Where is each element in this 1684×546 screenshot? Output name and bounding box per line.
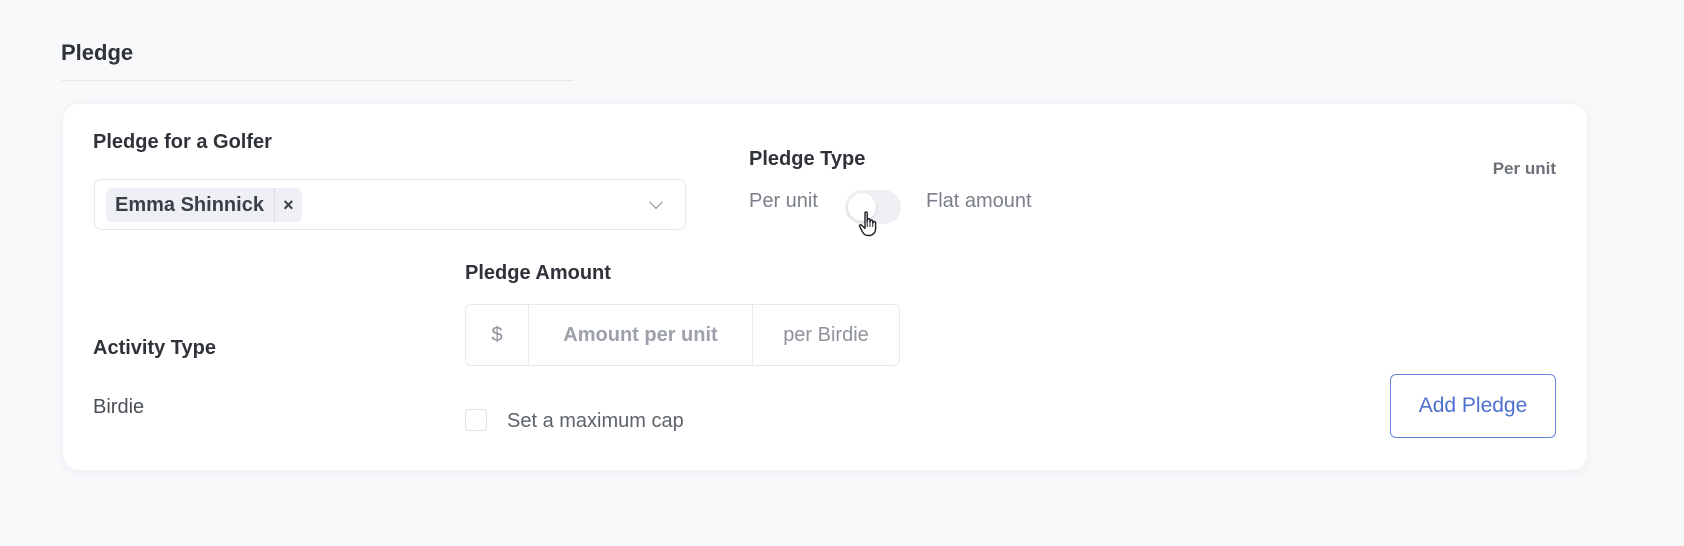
pledge-type-option-flat-amount[interactable]: Flat amount (926, 190, 1032, 213)
section-title: Pledge (61, 40, 134, 65)
golfer-chip-label: Emma Shinnick (115, 193, 264, 216)
pledge-type-label: Pledge Type (749, 148, 866, 170)
close-icon[interactable]: × (273, 188, 302, 222)
activity-type-label: Activity Type (93, 337, 216, 359)
add-pledge-button[interactable]: Add Pledge (1390, 374, 1556, 438)
pledge-amount-group: $ per Birdie (465, 304, 900, 366)
section-divider (61, 80, 573, 81)
currency-prefix: $ (466, 305, 529, 365)
pledge-type-option-per-unit[interactable]: Per unit (749, 190, 818, 213)
golfer-label: Pledge for a Golfer (93, 131, 272, 153)
unit-suffix: per Birdie (783, 323, 869, 346)
pledge-amount-label: Pledge Amount (465, 262, 611, 284)
amount-per-unit-input[interactable] (529, 305, 753, 365)
max-cap-checkbox[interactable] (465, 409, 487, 431)
hand-pointer-icon (858, 211, 877, 237)
max-cap-label[interactable]: Set a maximum cap (507, 410, 684, 433)
golfer-chip: Emma Shinnick × (106, 188, 302, 222)
activity-type-value: Birdie (93, 396, 145, 418)
pledge-card: Pledge for a Golfer Emma Shinnick × Pled… (63, 104, 1587, 470)
chevron-down-icon[interactable] (648, 194, 664, 210)
pledge-type-current: Per unit (1492, 159, 1556, 178)
golfer-select[interactable]: Emma Shinnick × (94, 179, 686, 230)
